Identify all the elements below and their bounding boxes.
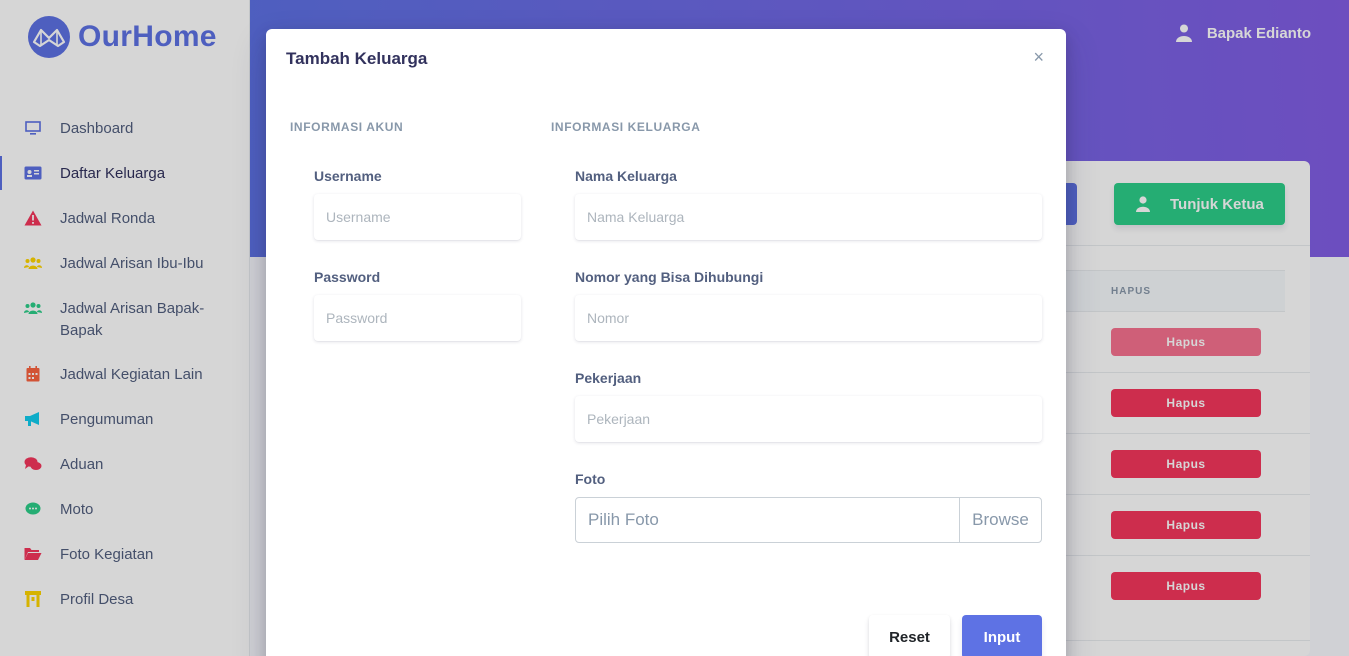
pekerjaan-label: Pekerjaan — [575, 370, 642, 386]
pekerjaan-input[interactable] — [575, 396, 1042, 442]
tambah-keluarga-modal: Tambah Keluarga × INFORMASI AKUN INFORMA… — [266, 29, 1066, 656]
username-label: Username — [314, 168, 382, 184]
close-icon[interactable]: × — [1033, 47, 1044, 67]
nama-keluarga-input[interactable] — [575, 194, 1042, 240]
informasi-akun-heading: INFORMASI AKUN — [290, 120, 404, 134]
informasi-keluarga-heading: INFORMASI KELUARGA — [551, 120, 701, 134]
foto-label: Foto — [575, 471, 606, 487]
nomor-input[interactable] — [575, 295, 1042, 341]
reset-button[interactable]: Reset — [869, 615, 950, 656]
modal-title: Tambah Keluarga — [286, 49, 428, 68]
foto-file-input[interactable]: Pilih Foto Browse — [575, 497, 1042, 543]
file-placeholder: Pilih Foto — [588, 510, 659, 529]
nama-keluarga-label: Nama Keluarga — [575, 168, 677, 184]
nomor-label: Nomor yang Bisa Dihubungi — [575, 269, 764, 285]
browse-button[interactable]: Browse — [959, 498, 1041, 542]
password-input[interactable] — [314, 295, 521, 341]
password-label: Password — [314, 269, 381, 285]
input-button[interactable]: Input — [962, 615, 1042, 656]
username-input[interactable] — [314, 194, 521, 240]
